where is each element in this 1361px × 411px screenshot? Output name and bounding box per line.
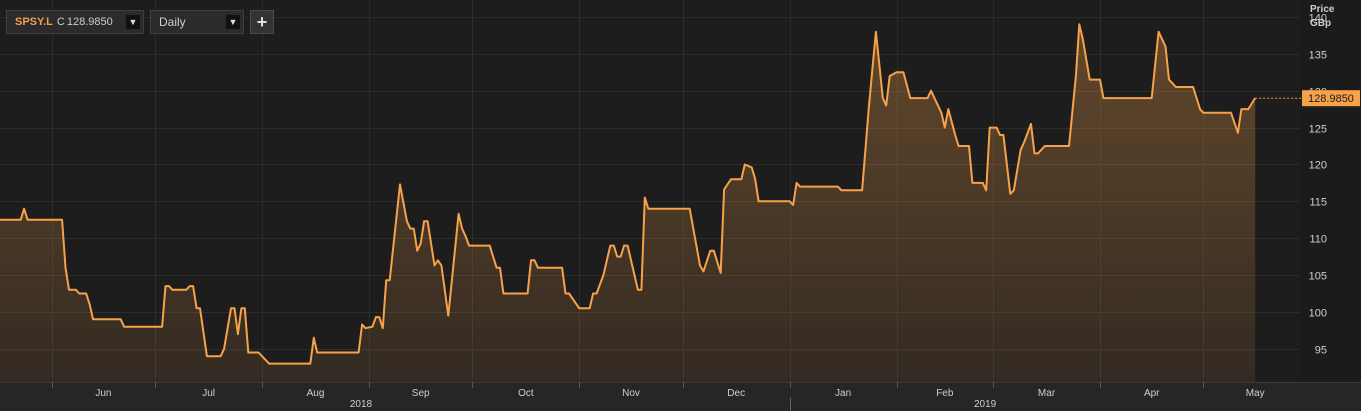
price-area xyxy=(0,24,1256,383)
chevron-down-icon[interactable]: ▼ xyxy=(126,15,140,29)
chevron-down-icon[interactable]: ▼ xyxy=(226,15,240,29)
chart-toolbar: SPSY.L C 128.9850 ▼ Daily ▼ + xyxy=(6,10,274,34)
ticker-symbol: SPSY.L xyxy=(15,16,53,28)
y-tick-label: 135 xyxy=(1309,50,1327,62)
y-axis-unit: GBp xyxy=(1310,18,1331,29)
x-tick-label: Mar xyxy=(1038,388,1056,399)
price-chart[interactable]: 95100105110115120125130135140PriceGBpJun… xyxy=(0,0,1361,411)
y-tick-label: 110 xyxy=(1309,234,1327,246)
x-tick-label: Jun xyxy=(95,388,111,399)
frequency-label: Daily xyxy=(159,15,186,29)
x-tick-label: Aug xyxy=(307,388,325,399)
x-tick-label: Oct xyxy=(518,388,534,399)
y-tick-label: 105 xyxy=(1309,271,1327,283)
close-price-prefix: C xyxy=(56,16,65,28)
y-tick-label: 100 xyxy=(1309,308,1327,320)
x-tick-label: Nov xyxy=(622,388,640,399)
add-series-button[interactable]: + xyxy=(250,10,274,34)
x-tick-label: Jul xyxy=(202,388,215,399)
plus-icon: + xyxy=(256,11,268,32)
x-year-label: 2018 xyxy=(350,399,373,410)
x-tick-label: May xyxy=(1246,388,1265,399)
close-price-value: 128.9850 xyxy=(66,16,113,28)
y-axis-title: Price xyxy=(1310,4,1335,15)
y-tick-label: 95 xyxy=(1315,345,1327,357)
y-tick-label: 115 xyxy=(1309,197,1327,209)
y-tick-label: 120 xyxy=(1309,160,1327,172)
chart-panel: 95100105110115120125130135140PriceGBpJun… xyxy=(0,0,1361,411)
x-year-label: 2019 xyxy=(974,399,997,410)
x-tick-label: Feb xyxy=(936,388,954,399)
y-tick-label: 125 xyxy=(1309,124,1327,136)
x-tick-label: Jan xyxy=(835,388,851,399)
x-tick-label: Apr xyxy=(1144,388,1160,399)
x-tick-label: Sep xyxy=(412,388,430,399)
symbol-selector[interactable]: SPSY.L C 128.9850 ▼ xyxy=(6,10,144,34)
x-tick-label: Dec xyxy=(727,388,745,399)
frequency-select[interactable]: Daily ▼ xyxy=(150,10,244,34)
last-value-label: 128.9850 xyxy=(1308,93,1354,105)
